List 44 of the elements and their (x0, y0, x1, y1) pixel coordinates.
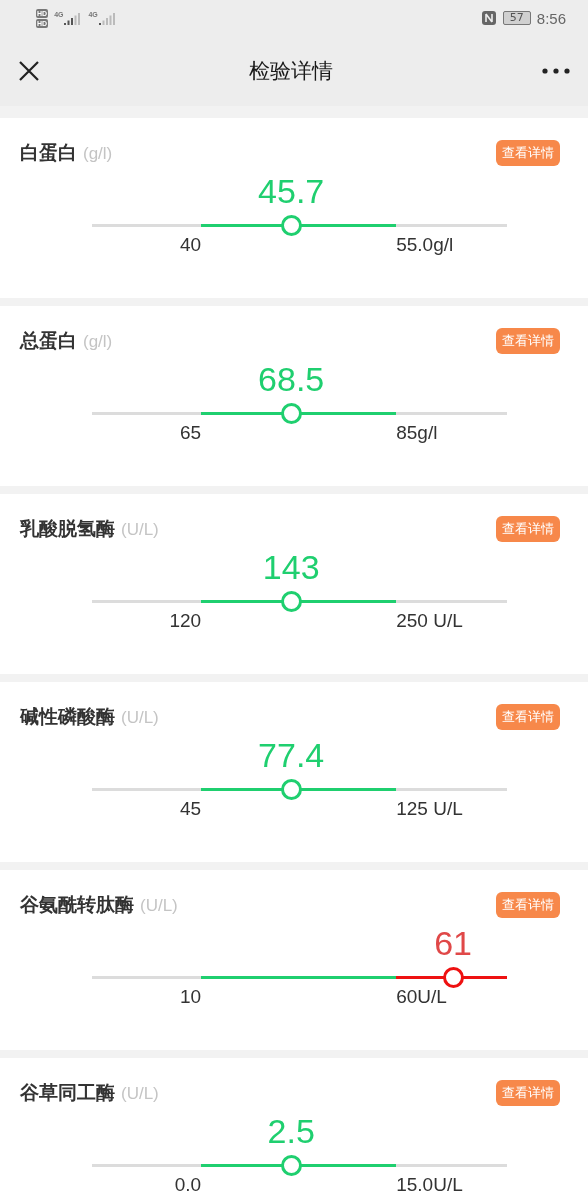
details-button[interactable]: 查看详情 (496, 1080, 560, 1106)
range-min: 0.0 (174, 1174, 202, 1196)
signal-icon (98, 11, 117, 25)
test-unit: (U/L) (121, 520, 159, 540)
range-min: 65 (180, 422, 202, 444)
close-icon[interactable] (18, 60, 40, 82)
test-unit: (g/l) (83, 332, 113, 352)
range-min: 40 (180, 234, 202, 256)
test-name: 白蛋白 (20, 140, 77, 165)
signal-icon (64, 11, 83, 25)
test-name: 乳酸脱氢酶 (20, 516, 115, 541)
details-button[interactable]: 查看详情 (496, 328, 560, 354)
details-button[interactable]: 查看详情 (496, 892, 560, 918)
details-button[interactable]: 查看详情 (496, 140, 560, 166)
range-max: 60U/L (396, 986, 447, 1008)
range-min: 10 (180, 986, 202, 1008)
clock-time: 8:56 (536, 9, 566, 27)
range-min: 45 (180, 798, 202, 820)
page-title: 检验详情 (249, 58, 333, 85)
nfc-icon (480, 10, 497, 26)
details-button[interactable]: 查看详情 (496, 516, 560, 542)
details-button[interactable]: 查看详情 (496, 704, 560, 730)
test-value: 45.7 (258, 172, 325, 211)
battery-indicator: 57 (502, 11, 531, 25)
test-value: 77.4 (258, 736, 325, 775)
test-unit: (U/L) (121, 1084, 159, 1104)
range-max: 85g/l (396, 422, 438, 444)
test-value: 61 (434, 924, 472, 963)
test-value: 2.5 (267, 1112, 315, 1151)
range-max: 15.0U/L (396, 1174, 463, 1196)
range-max: 125 U/L (396, 798, 463, 820)
test-unit: (g/l) (83, 144, 113, 164)
test-name: 谷草同工酶 (20, 1080, 115, 1105)
test-name: 总蛋白 (20, 328, 77, 353)
test-name: 碱性磷酸酶 (20, 704, 115, 729)
test-unit: (U/L) (140, 896, 178, 916)
test-unit: (U/L) (121, 708, 159, 728)
range-max: 250 U/L (396, 610, 463, 632)
range-max: 55.0g/l (396, 234, 454, 256)
more-icon[interactable] (542, 68, 570, 74)
range-min: 120 (169, 610, 202, 632)
test-name: 谷氨酰转肽酶 (20, 892, 134, 917)
test-value: 68.5 (258, 360, 325, 399)
test-value: 143 (262, 548, 320, 587)
